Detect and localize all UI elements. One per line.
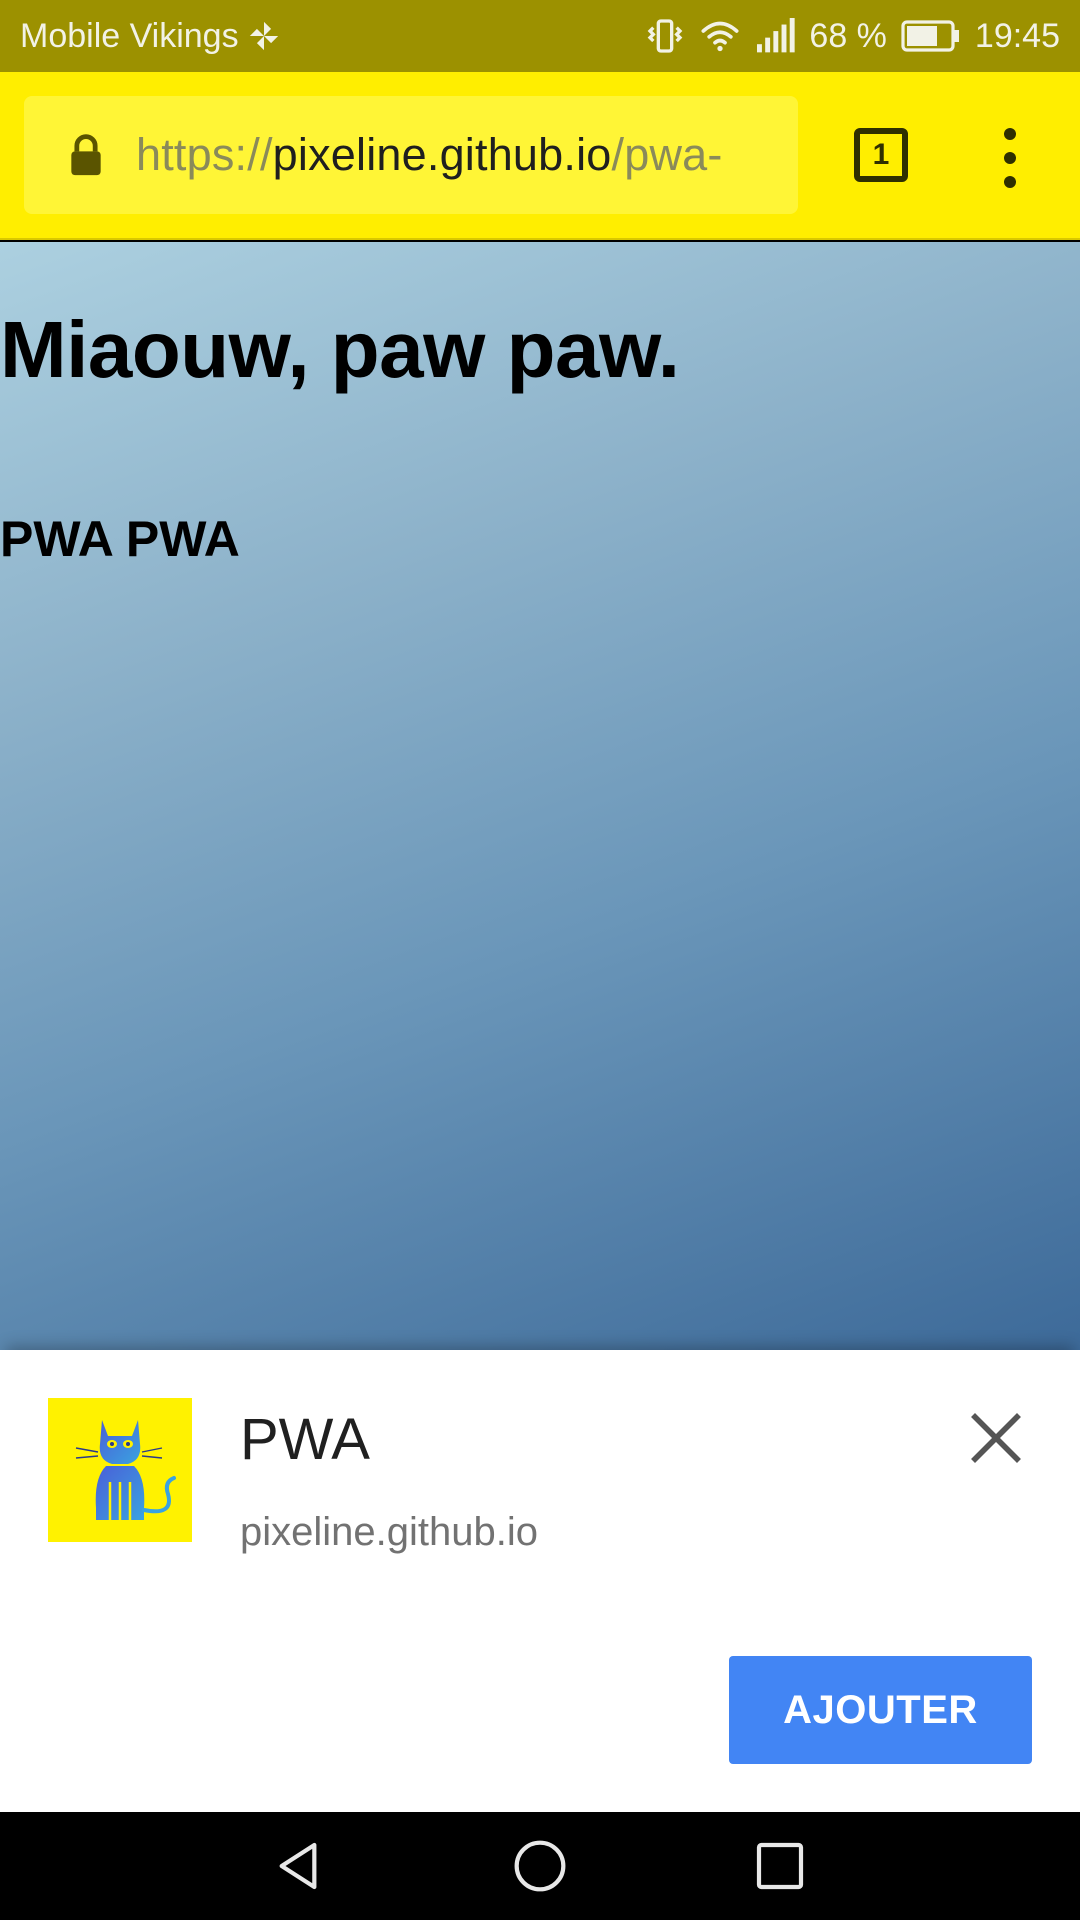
home-icon[interactable] [512,1838,568,1894]
close-icon[interactable] [968,1410,1024,1466]
lock-icon [71,134,101,176]
url-scheme: https:// [136,129,273,180]
app-origin: pixeline.github.io [240,1510,538,1554]
page-subheading: PWA PWA [0,511,240,567]
status-bar: Mobile Vikings 68 % 19:45 [0,0,1080,72]
clock: 19:45 [974,16,1060,55]
signal-icon [755,18,796,54]
url-text: https://pixeline.github.io/pwa- [136,129,723,181]
install-banner: PWA pixeline.github.io AJOUTER [0,1350,1080,1812]
battery-percent: 68 % [809,16,887,55]
url-path: /pwa- [611,129,723,180]
back-icon[interactable] [270,1838,326,1894]
pinwheel-icon [247,19,281,53]
url-host: pixeline.github.io [272,129,612,180]
add-to-home-button[interactable]: AJOUTER [729,1656,1032,1764]
url-bar[interactable]: https://pixeline.github.io/pwa- [24,96,798,214]
page-content: Miaouw, paw paw. PWA PWA [0,242,1080,1350]
system-nav-bar [0,1812,1080,1920]
wifi-icon [699,16,741,56]
app-name: PWA [240,1407,370,1472]
status-left: Mobile Vikings [20,17,281,56]
browser-toolbar: https://pixeline.github.io/pwa- 1 [0,72,1080,240]
vibrate-icon [645,16,685,56]
carrier-name: Mobile Vikings [20,16,239,55]
page-heading: Miaouw, paw paw. [0,305,680,394]
more-menu-icon[interactable] [990,128,1030,188]
status-right: 68 % 19:45 [645,16,1060,56]
battery-icon [901,20,961,52]
cat-logo-icon [75,1420,176,1520]
tab-switcher-button[interactable]: 1 [854,128,908,182]
recents-icon[interactable] [752,1838,808,1894]
app-icon [48,1398,192,1542]
tab-count: 1 [872,138,890,171]
